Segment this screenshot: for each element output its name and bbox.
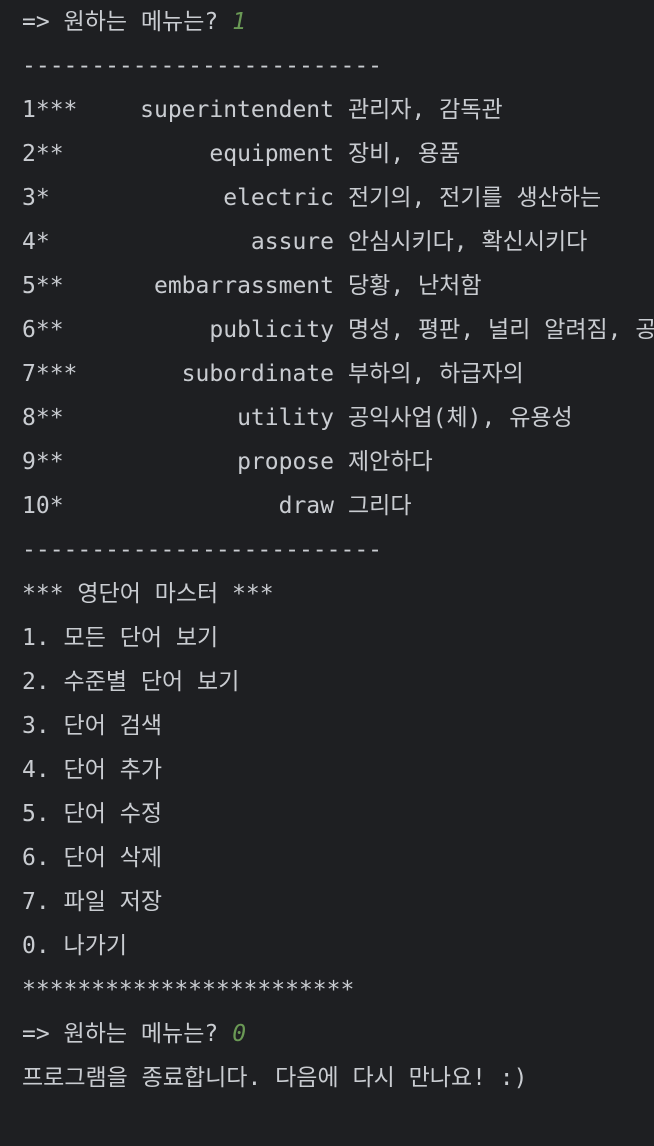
word-english: subordinate bbox=[181, 361, 334, 387]
menu-prompt: => 원하는 메뉴는? bbox=[22, 1021, 219, 1047]
menu-item: 4. 단어 추가 bbox=[22, 757, 163, 783]
word-level: 5** bbox=[22, 273, 64, 299]
word-english: draw bbox=[278, 493, 334, 519]
menu-item: 7. 파일 저장 bbox=[22, 889, 163, 915]
word-level: 2** bbox=[22, 141, 64, 167]
word-level: 8** bbox=[22, 405, 64, 431]
word-meaning: 안심시키다, 확신시키다 bbox=[348, 229, 588, 255]
user-input: 0 bbox=[232, 1021, 247, 1047]
menu-item: 5. 단어 수정 bbox=[22, 801, 163, 827]
exit-message: 프로그램을 종료합니다. 다음에 다시 만나요! :) bbox=[22, 1065, 528, 1091]
word-meaning: 공익사업(체), 유용성 bbox=[348, 405, 573, 431]
word-english: superintendent bbox=[140, 97, 334, 123]
menu-item: 3. 단어 검색 bbox=[22, 713, 163, 739]
word-english: equipment bbox=[209, 141, 334, 167]
word-english: embarrassment bbox=[153, 273, 334, 299]
word-row: 6** publicity 명성, 평판, 널리 알려짐, 공 bbox=[22, 308, 654, 352]
word-level: 10* bbox=[22, 493, 64, 519]
word-english: propose bbox=[237, 449, 334, 475]
word-meaning: 명성, 평판, 널리 알려짐, 공 bbox=[348, 317, 654, 343]
menu-item: 0. 나가기 bbox=[22, 933, 128, 959]
word-meaning: 부하의, 하급자의 bbox=[348, 361, 524, 387]
word-row: 2** equipment 장비, 용품 bbox=[22, 132, 654, 176]
word-meaning: 그리다 bbox=[348, 493, 412, 519]
word-row: 7*** subordinate 부하의, 하급자의 bbox=[22, 352, 654, 396]
menu-prompt-line: => 원하는 메뉴는? 1 bbox=[22, 0, 654, 44]
separator: -------------------------- bbox=[22, 53, 383, 79]
word-level: 4* bbox=[22, 229, 50, 255]
word-english: publicity bbox=[209, 317, 334, 343]
menu-prompt: => 원하는 메뉴는? bbox=[22, 9, 219, 35]
word-level: 6** bbox=[22, 317, 64, 343]
word-row: 8** utility 공익사업(체), 유용성 bbox=[22, 396, 654, 440]
word-level: 7*** bbox=[22, 361, 78, 387]
menu-item: 6. 단어 삭제 bbox=[22, 845, 163, 871]
menu-prompt-line: => 원하는 메뉴는? 0 bbox=[22, 1012, 654, 1056]
word-meaning: 장비, 용품 bbox=[348, 141, 461, 167]
word-meaning: 전기의, 전기를 생산하는 bbox=[348, 185, 602, 211]
word-english: assure bbox=[250, 229, 334, 255]
word-row: 4* assure 안심시키다, 확신시키다 bbox=[22, 220, 654, 264]
word-english: electric bbox=[223, 185, 334, 211]
console-output: => 원하는 메뉴는? 1 -------------------------- … bbox=[22, 0, 654, 1146]
menu-title: *** 영단어 마스터 *** bbox=[22, 581, 274, 607]
menu-footer: ************************ bbox=[22, 977, 355, 1003]
word-level: 3* bbox=[22, 185, 50, 211]
word-level: 9** bbox=[22, 449, 64, 475]
user-input: 1 bbox=[232, 9, 247, 35]
word-row: 10* draw 그리다 bbox=[22, 484, 654, 528]
word-english: utility bbox=[237, 405, 334, 431]
menu-item: 2. 수준별 단어 보기 bbox=[22, 669, 240, 695]
word-row: 5** embarrassment 당황, 난처함 bbox=[22, 264, 654, 308]
word-row: 1*** superintendent 관리자, 감독관 bbox=[22, 88, 654, 132]
word-row: 3* electric 전기의, 전기를 생산하는 bbox=[22, 176, 654, 220]
word-meaning: 관리자, 감독관 bbox=[348, 97, 503, 123]
word-row: 9** propose 제안하다 bbox=[22, 440, 654, 484]
word-meaning: 제안하다 bbox=[348, 449, 433, 475]
menu-item: 1. 모든 단어 보기 bbox=[22, 625, 219, 651]
word-meaning: 당황, 난처함 bbox=[348, 273, 482, 299]
word-level: 1*** bbox=[22, 97, 78, 123]
separator: -------------------------- bbox=[22, 537, 383, 563]
